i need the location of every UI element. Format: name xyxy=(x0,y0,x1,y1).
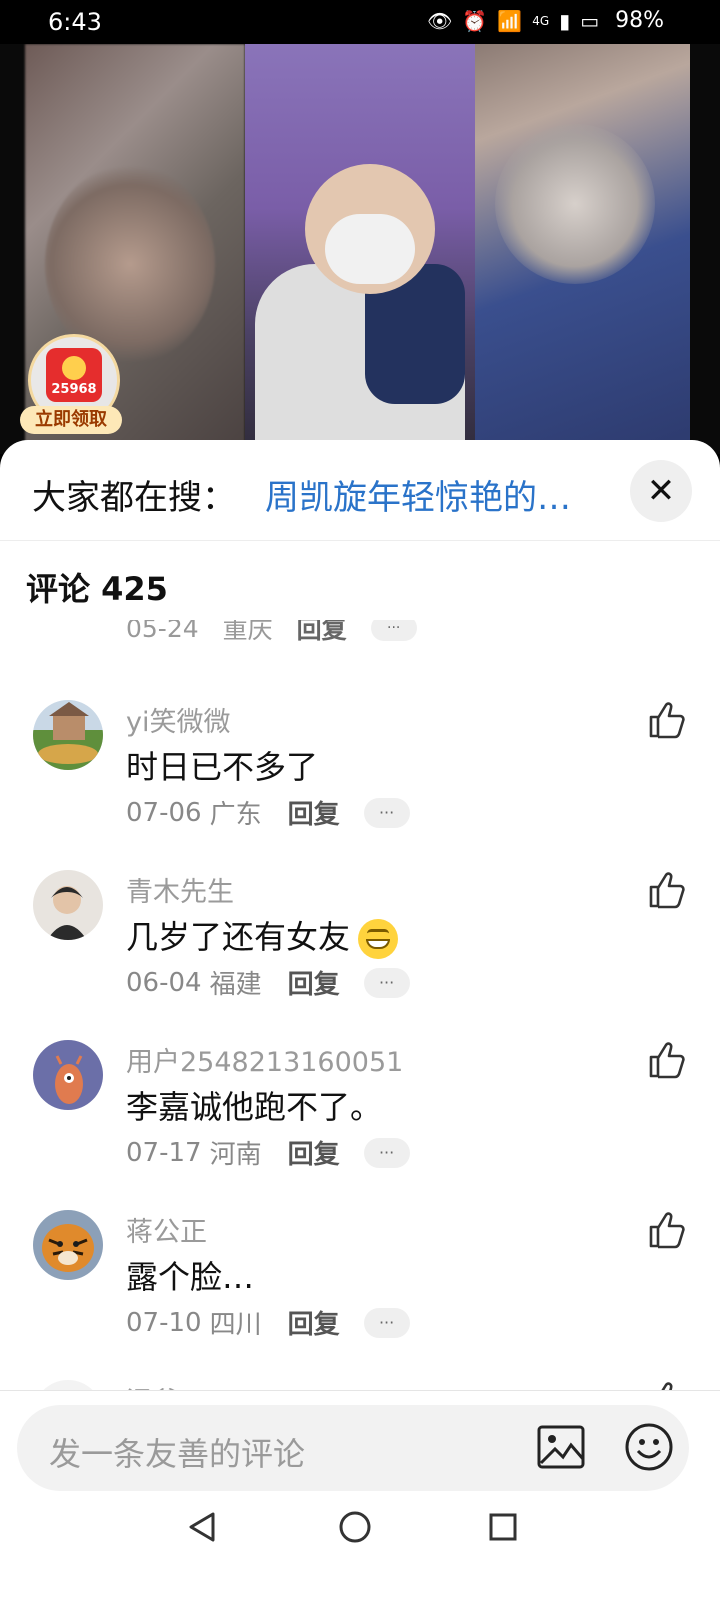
alarm-icon: ⏰ xyxy=(462,8,488,33)
comment-meta: 07-06 广东 回复 ··· xyxy=(126,794,410,831)
more-icon[interactable]: ··· xyxy=(363,797,410,828)
comment-item: 青木先生 几岁了还有女友 06-04 福建 回复 ··· xyxy=(0,860,720,1030)
trending-search-prefix: 大家都在搜： xyxy=(32,478,236,518)
trending-search-bar[interactable]: 大家都在搜： 周凯旋年轻惊艳的… ✕ xyxy=(0,440,720,541)
image-icon[interactable] xyxy=(537,1425,585,1469)
comment-username[interactable]: 蒋公正 xyxy=(126,1210,207,1249)
reply-button[interactable]: 回复 xyxy=(288,964,340,1001)
comment-input-placeholder: 发一条友善的评论 xyxy=(49,1435,306,1473)
close-icon[interactable]: ✕ xyxy=(630,460,692,522)
home-icon[interactable] xyxy=(338,1510,372,1544)
comment-item: 用户2548213160051 李嘉诚他跑不了。 07-17 河南 回复 ··· xyxy=(0,1030,720,1200)
reply-button[interactable]: 回复 xyxy=(288,794,340,831)
video-player[interactable]: 25968 立即领取 xyxy=(0,44,720,454)
comment-item: 蒋公正 露个脸… 07-10 四川 回复 ··· xyxy=(0,1200,720,1370)
partial-comment-meta: 05-24 重庆 回复 ··· xyxy=(126,620,417,648)
battery-icon: ▭ xyxy=(580,8,600,33)
comment-meta: 06-04 福建 回复 ··· xyxy=(126,964,410,1001)
comment-username[interactable]: 用户2548213160051 xyxy=(126,1040,403,1079)
signal-icon: ▮ xyxy=(559,8,571,33)
wifi-icon: 📶 xyxy=(497,8,523,33)
thumbs-up-icon[interactable] xyxy=(647,700,687,740)
comment-text: 露个脸… xyxy=(126,1258,255,1296)
more-icon[interactable]: ··· xyxy=(363,1137,410,1168)
comment-meta: 07-17 河南 回复 ··· xyxy=(126,1134,410,1171)
comment-item: 涵爷 xyxy=(0,1370,720,1390)
reply-button[interactable]: 回复 xyxy=(288,1134,340,1171)
comment-text: 时日已不多了 xyxy=(126,748,319,786)
status-time: 6:43 xyxy=(48,8,102,36)
comment-username[interactable]: 涵爷 xyxy=(126,1380,180,1390)
status-icons: 👁 ⏰ 📶 4G ▮ ▭ 98% xyxy=(427,8,664,33)
comment-text: 李嘉诚他跑不了。 xyxy=(126,1088,383,1126)
avatar[interactable] xyxy=(33,700,103,770)
comment-input-bar: 发一条友善的评论 xyxy=(0,1390,720,1600)
trending-search-term[interactable]: 周凯旋年轻惊艳的… xyxy=(265,470,615,519)
thumbs-up-icon[interactable] xyxy=(647,1210,687,1250)
red-packet-icon: 25968 xyxy=(46,348,102,402)
system-nav-bar xyxy=(0,1498,720,1568)
comments-sheet: 大家都在搜： 周凯旋年轻惊艳的… ✕ 评论 425 05-24 重庆 回复 ··… xyxy=(0,440,720,1600)
back-icon[interactable] xyxy=(185,1510,219,1544)
avatar[interactable] xyxy=(33,1040,103,1110)
red-packet-label[interactable]: 立即领取 xyxy=(20,406,122,434)
avatar[interactable] xyxy=(33,1210,103,1280)
comment-meta: 07-10 四川 回复 ··· xyxy=(126,1304,410,1341)
comment-item: yi笑微微 时日已不多了 07-06 广东 回复 ··· xyxy=(0,690,720,860)
reply-button[interactable]: 回复 xyxy=(288,1304,340,1341)
avatar[interactable] xyxy=(33,870,103,940)
thumbs-up-icon[interactable] xyxy=(647,1040,687,1080)
video-panel-right xyxy=(475,44,690,454)
grinning-emoji-icon xyxy=(358,919,399,959)
comment-input[interactable]: 发一条友善的评论 xyxy=(17,1405,689,1491)
thumbs-up-icon[interactable] xyxy=(647,870,687,910)
more-icon[interactable]: ··· xyxy=(363,1307,410,1338)
thumbs-up-icon[interactable] xyxy=(647,1380,687,1390)
emoji-icon[interactable] xyxy=(624,1422,674,1472)
network-type: 4G xyxy=(532,13,550,28)
video-panel-center xyxy=(245,44,475,454)
eye-icon: 👁 xyxy=(427,8,453,33)
battery-level: 98% xyxy=(615,8,664,33)
comment-username[interactable]: yi笑微微 xyxy=(126,700,230,739)
comment-list[interactable]: 05-24 重庆 回复 ··· yi笑微微 时日已不多了 07-06 广东 回复… xyxy=(0,620,720,1390)
red-packet-widget[interactable]: 25968 立即领取 xyxy=(20,334,122,434)
more-icon[interactable]: ··· xyxy=(363,967,410,998)
recent-apps-icon[interactable] xyxy=(488,1512,518,1542)
red-packet-number: 25968 xyxy=(51,382,97,397)
comment-username[interactable]: 青木先生 xyxy=(126,870,234,909)
comment-text: 几岁了还有女友 xyxy=(126,912,399,959)
comments-title: 评论 425 xyxy=(26,570,168,608)
avatar[interactable] xyxy=(33,1380,103,1390)
status-bar: 6:43 👁 ⏰ 📶 4G ▮ ▭ 98% xyxy=(0,0,720,44)
